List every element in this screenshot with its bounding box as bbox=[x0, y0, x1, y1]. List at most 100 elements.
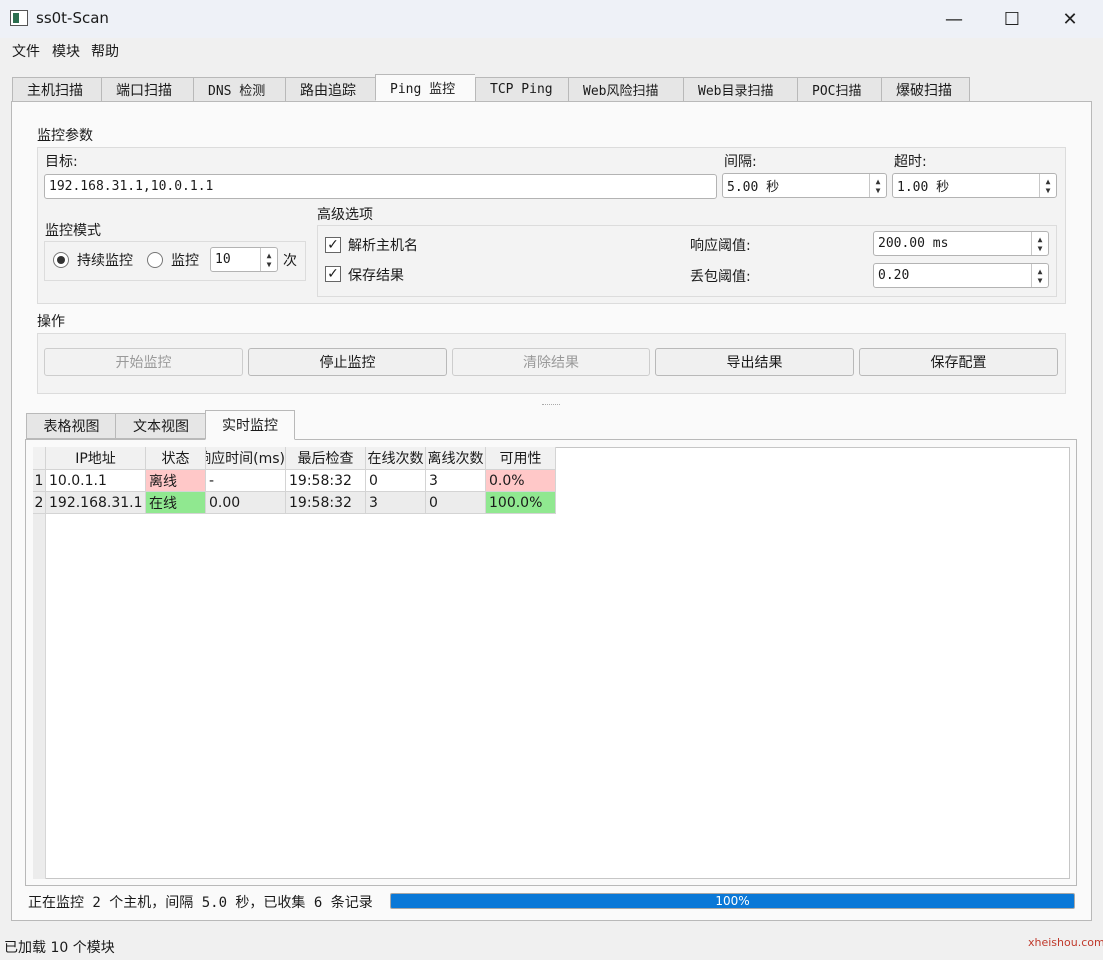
column-header-last-check[interactable]: 最后检查 bbox=[286, 447, 366, 470]
stop-monitor-button[interactable]: 停止监控 bbox=[248, 348, 447, 376]
cell-ip[interactable]: 192.168.31.1 bbox=[46, 492, 146, 514]
spin-down-icon[interactable]: ▼ bbox=[267, 260, 272, 269]
main-tab-bar: 主机扫描 端口扫描 DNS 检测 路由追踪 Ping 监控 TCP Ping W… bbox=[12, 74, 970, 102]
count-label[interactable]: 监控 bbox=[171, 250, 199, 270]
tab-table-view[interactable]: 表格视图 bbox=[26, 413, 116, 439]
row-number[interactable]: 1 bbox=[33, 470, 46, 492]
cell-offline[interactable]: 0 bbox=[426, 492, 486, 514]
corner-button[interactable] bbox=[33, 447, 46, 470]
tab-web-dir-scan[interactable]: Web目录扫描 bbox=[683, 77, 797, 102]
cell-online[interactable]: 0 bbox=[366, 470, 426, 492]
column-header-availability[interactable]: 可用性 bbox=[486, 447, 556, 470]
timeout-label: 超时: bbox=[894, 154, 927, 170]
check-icon: ✓ bbox=[327, 266, 339, 282]
spin-down-icon[interactable]: ▼ bbox=[876, 186, 881, 195]
spin-up-icon[interactable]: ▲ bbox=[1038, 267, 1043, 276]
count-radio[interactable] bbox=[147, 252, 163, 268]
menu-help[interactable]: 帮助 bbox=[87, 38, 126, 64]
response-threshold-value: 200.00 ms bbox=[878, 236, 949, 251]
spin-up-icon[interactable]: ▲ bbox=[267, 251, 272, 260]
column-header-offline[interactable]: 离线次数 bbox=[426, 447, 486, 470]
target-input[interactable]: 192.168.31.1,10.0.1.1 bbox=[44, 174, 717, 199]
continuous-label[interactable]: 持续监控 bbox=[77, 250, 133, 270]
advanced-title: 高级选项 bbox=[317, 207, 373, 223]
loss-threshold-value: 0.20 bbox=[878, 268, 910, 283]
continuous-radio[interactable] bbox=[53, 252, 69, 268]
status-bar-text: 已加载 10 个模块 bbox=[4, 940, 115, 956]
tab-ping-monitor[interactable]: Ping 监控 bbox=[375, 74, 475, 101]
spin-up-icon[interactable]: ▲ bbox=[876, 177, 881, 186]
actions-title: 操作 bbox=[37, 314, 65, 330]
response-threshold-spinbox[interactable]: 200.00 ms ▲ ▼ bbox=[873, 231, 1049, 256]
loss-threshold-spinbox[interactable]: 0.20 ▲ ▼ bbox=[873, 263, 1049, 288]
tab-web-risk-scan[interactable]: Web风险扫描 bbox=[568, 77, 683, 102]
cell-availability[interactable]: 0.0% bbox=[486, 470, 556, 492]
status-bar bbox=[0, 934, 1103, 960]
loss-threshold-label: 丢包阈值: bbox=[690, 269, 751, 285]
menu-modules[interactable]: 模块 bbox=[47, 38, 87, 64]
tab-brute-scan[interactable]: 爆破扫描 bbox=[881, 77, 970, 102]
column-header-status[interactable]: 状态 bbox=[146, 447, 206, 470]
interval-spinbox[interactable]: 5.00 秒 ▲ ▼ bbox=[722, 173, 887, 198]
tab-port-scan[interactable]: 端口扫描 bbox=[101, 77, 193, 102]
save-config-button[interactable]: 保存配置 bbox=[859, 348, 1058, 376]
cell-status[interactable]: 在线 bbox=[146, 492, 206, 514]
cell-last-check[interactable]: 19:58:32 bbox=[286, 470, 366, 492]
cell-response[interactable]: - bbox=[206, 470, 286, 492]
timeout-spinbox[interactable]: 1.00 秒 ▲ ▼ bbox=[892, 173, 1057, 198]
close-button[interactable]: ✕ bbox=[1041, 0, 1099, 38]
tab-tcp-ping[interactable]: TCP Ping bbox=[475, 77, 568, 102]
column-header-ip[interactable]: IP地址 bbox=[46, 447, 146, 470]
resolve-hostname-label[interactable]: 解析主机名 bbox=[348, 235, 418, 255]
cell-availability[interactable]: 100.0% bbox=[486, 492, 556, 514]
minimize-button[interactable]: — bbox=[925, 0, 983, 38]
cell-ip[interactable]: 10.0.1.1 bbox=[46, 470, 146, 492]
target-input-value: 192.168.31.1,10.0.1.1 bbox=[49, 179, 214, 194]
cell-last-check[interactable]: 19:58:32 bbox=[286, 492, 366, 514]
row-number[interactable]: 2 bbox=[33, 492, 46, 514]
start-monitor-button[interactable]: 开始监控 bbox=[44, 348, 243, 376]
tab-realtime-monitor[interactable]: 实时监控 bbox=[205, 410, 295, 440]
spin-up-icon[interactable]: ▲ bbox=[1038, 235, 1043, 244]
maximize-button[interactable]: ☐ bbox=[983, 0, 1041, 38]
tab-traceroute[interactable]: 路由追踪 bbox=[285, 77, 375, 102]
check-icon: ✓ bbox=[327, 237, 339, 253]
spin-down-icon[interactable]: ▼ bbox=[1038, 244, 1043, 253]
cell-online[interactable]: 3 bbox=[366, 492, 426, 514]
tab-text-view[interactable]: 文本视图 bbox=[115, 413, 206, 439]
count-unit: 次 bbox=[283, 253, 297, 269]
clear-results-button[interactable]: 清除结果 bbox=[452, 348, 650, 376]
count-spinbox[interactable]: 10 ▲ ▼ bbox=[210, 247, 278, 272]
timeout-stepper[interactable]: ▲ ▼ bbox=[1039, 174, 1056, 197]
interval-value: 5.00 秒 bbox=[727, 180, 780, 195]
loss-threshold-stepper[interactable]: ▲ ▼ bbox=[1031, 264, 1048, 287]
count-value: 10 bbox=[215, 252, 231, 267]
menu-file[interactable]: 文件 bbox=[0, 38, 47, 64]
cell-response[interactable]: 0.00 bbox=[206, 492, 286, 514]
resolve-hostname-checkbox[interactable]: ✓ bbox=[325, 237, 341, 253]
spin-down-icon[interactable]: ▼ bbox=[1038, 276, 1043, 285]
tab-poc-scan[interactable]: POC扫描 bbox=[797, 77, 881, 102]
interval-label: 间隔: bbox=[724, 154, 757, 170]
watermark: xheishou.com bbox=[1028, 936, 1103, 949]
column-header-online[interactable]: 在线次数 bbox=[366, 447, 426, 470]
spin-up-icon[interactable]: ▲ bbox=[1046, 177, 1051, 186]
save-results-checkbox[interactable]: ✓ bbox=[325, 266, 341, 282]
response-threshold-label: 响应阈值: bbox=[690, 238, 751, 254]
column-header-response[interactable]: 响应时间(ms) bbox=[206, 447, 286, 470]
tab-host-scan[interactable]: 主机扫描 bbox=[12, 77, 101, 102]
response-threshold-stepper[interactable]: ▲ ▼ bbox=[1031, 232, 1048, 255]
interval-stepper[interactable]: ▲ ▼ bbox=[869, 174, 886, 197]
spin-down-icon[interactable]: ▼ bbox=[1046, 186, 1051, 195]
count-stepper[interactable]: ▲ ▼ bbox=[260, 248, 277, 271]
tab-dns-check[interactable]: DNS 检测 bbox=[193, 77, 285, 102]
cell-offline[interactable]: 3 bbox=[426, 470, 486, 492]
menu-bar: 文件 模块 帮助 bbox=[0, 38, 1103, 64]
monitor-params-title: 监控参数 bbox=[37, 128, 93, 144]
export-results-button[interactable]: 导出结果 bbox=[655, 348, 854, 376]
save-results-label[interactable]: 保存结果 bbox=[348, 265, 404, 285]
monitor-mode-title: 监控模式 bbox=[45, 223, 101, 239]
app-icon bbox=[10, 10, 28, 26]
cell-status[interactable]: 离线 bbox=[146, 470, 206, 492]
splitter-handle[interactable] bbox=[542, 404, 560, 407]
